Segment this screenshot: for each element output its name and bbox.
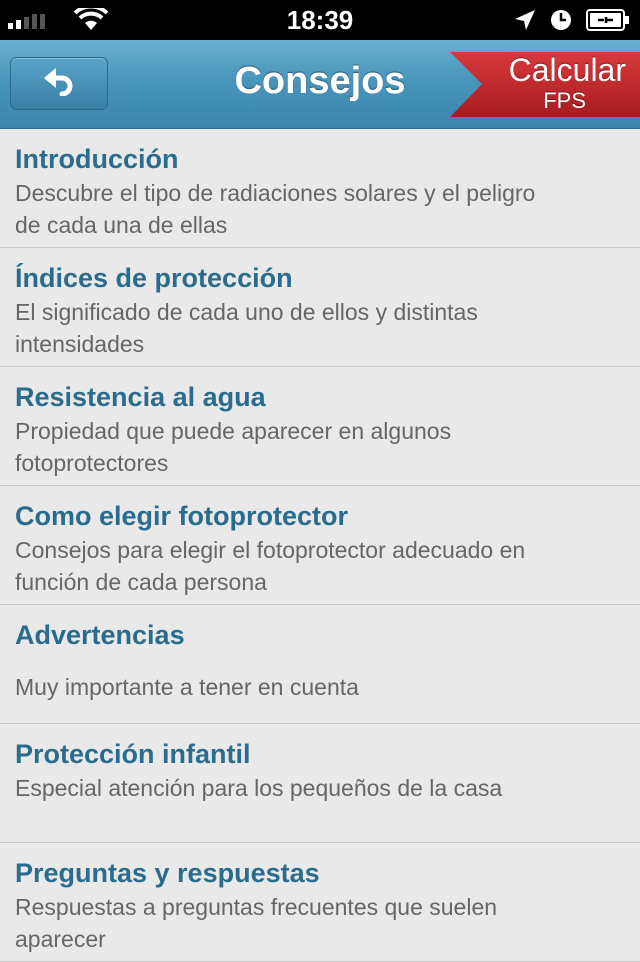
item-description: Descubre el tipo de radiaciones solares …: [15, 180, 536, 238]
calcular-fps-button[interactable]: Calcular FPS: [450, 52, 640, 117]
item-title: Como elegir fotoprotector: [15, 501, 349, 531]
location-icon: [514, 9, 536, 36]
fps-label: FPS: [543, 88, 586, 113]
item-title: Preguntas y respuestas: [15, 858, 320, 888]
status-bar: 18:39: [0, 0, 640, 40]
list-item-elegir-fotoprotector[interactable]: Como elegir fotoprotector Consejos para …: [0, 486, 640, 605]
list-item-indices-proteccion[interactable]: Índices de protección El significado de …: [0, 248, 640, 367]
clock-icon: [550, 9, 572, 36]
item-description: Propiedad que puede aparecer en algunos …: [15, 418, 452, 476]
list-item-proteccion-infantil[interactable]: Protección infantil Especial atención pa…: [0, 724, 640, 843]
item-description: El significado de cada uno de ellos y di…: [15, 299, 478, 357]
list-item-advertencias[interactable]: Advertencias Muy importante a tener en c…: [0, 605, 640, 724]
list-item-introduccion[interactable]: Introducción Descubre el tipo de radiaci…: [0, 129, 640, 248]
back-arrow-icon: [42, 66, 76, 101]
item-description: Muy importante a tener en cuenta: [15, 674, 359, 700]
item-title: Protección infantil: [15, 739, 251, 769]
advice-list: Introducción Descubre el tipo de radiaci…: [0, 129, 640, 962]
back-button[interactable]: [10, 57, 108, 110]
calcular-label: Calcular: [508, 52, 626, 88]
battery-icon: [586, 8, 630, 37]
item-title: Índices de protección: [15, 263, 293, 293]
list-item-resistencia-agua[interactable]: Resistencia al agua Propiedad que puede …: [0, 367, 640, 486]
item-description: Especial atención para los pequeños de l…: [15, 775, 503, 801]
item-description: Respuestas a preguntas frecuentes que su…: [15, 894, 498, 952]
page-title: Consejos: [234, 60, 406, 102]
item-description: Consejos para elegir el fotoprotector ad…: [15, 537, 526, 595]
item-title: Introducción: [15, 144, 179, 174]
list-item-preguntas-respuestas[interactable]: Preguntas y respuestas Respuestas a preg…: [0, 843, 640, 962]
navigation-bar: Consejos Calcular FPS: [0, 40, 640, 129]
item-title: Advertencias: [15, 620, 185, 650]
item-title: Resistencia al agua: [15, 382, 266, 412]
